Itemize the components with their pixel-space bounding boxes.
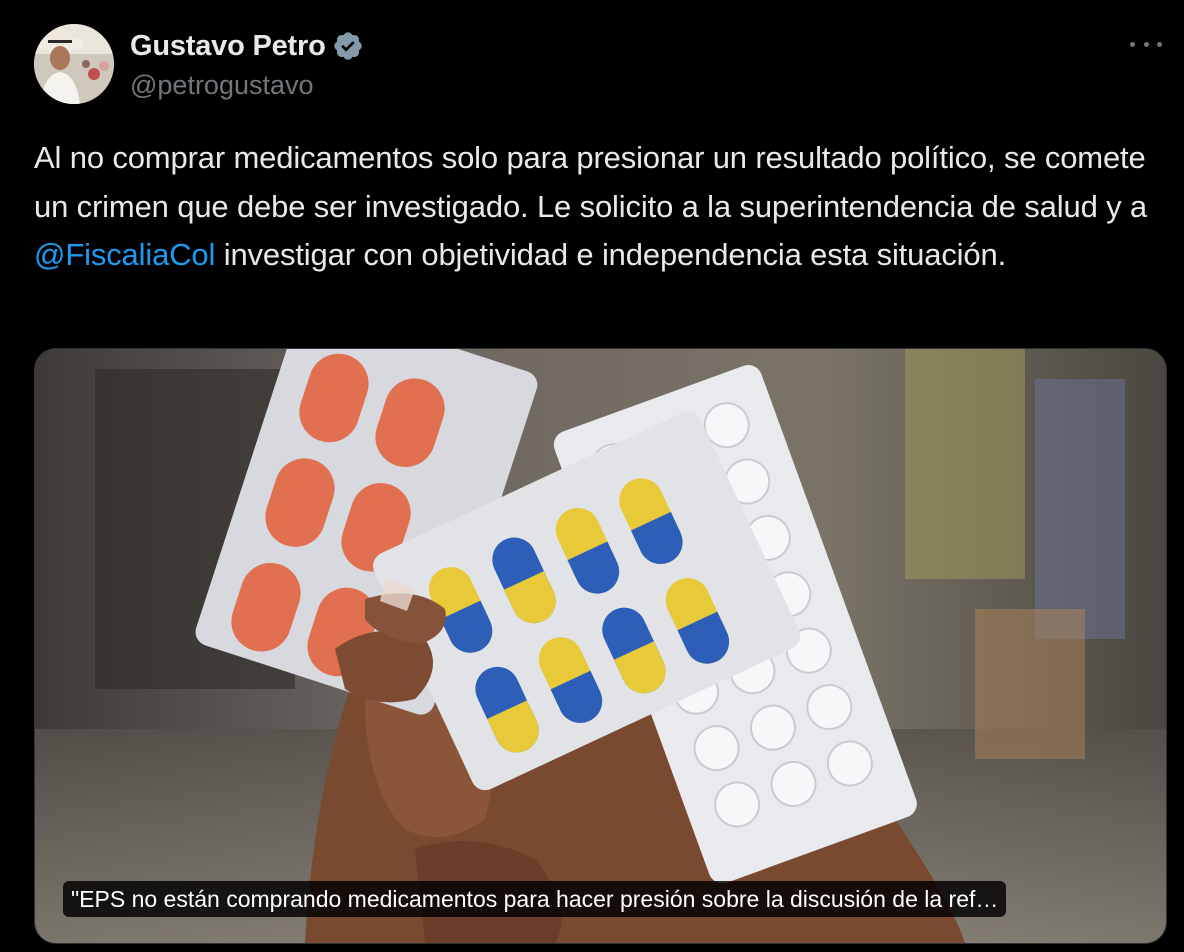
tweet-text-part-2: investigar con objetividad e independenc… (215, 237, 1007, 272)
media-caption: "EPS no están comprando medicamentos par… (63, 881, 1007, 917)
tweet: Gustavo Petro @petrogustavo Al no compra… (0, 0, 1184, 952)
tweet-text: Al no comprar medicamentos solo para pre… (34, 134, 1154, 280)
tweet-text-part-1: Al no comprar medicamentos solo para pre… (34, 140, 1148, 224)
pills-photo (35, 349, 1166, 943)
author-handle[interactable]: @petrogustavo (130, 70, 314, 101)
dot (1157, 41, 1162, 47)
author-name-row: Gustavo Petro (130, 28, 364, 64)
mention-link[interactable]: @FiscaliaCol (34, 237, 215, 272)
avatar[interactable] (34, 24, 114, 104)
verified-badge-icon[interactable] (332, 30, 364, 62)
author-display-name[interactable]: Gustavo Petro (130, 30, 326, 63)
tweet-media-image[interactable]: "EPS no están comprando medicamentos par… (34, 348, 1167, 944)
more-options-icon[interactable] (1130, 30, 1162, 58)
dot (1143, 41, 1149, 47)
dot (1130, 41, 1135, 47)
